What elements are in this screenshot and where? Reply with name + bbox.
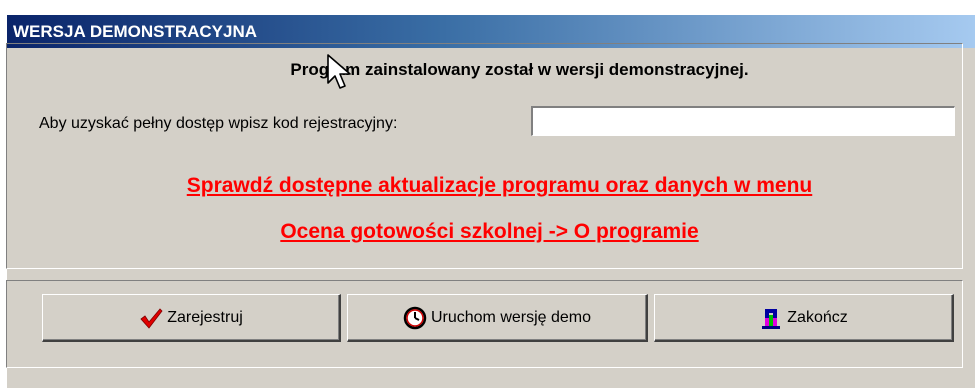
run-demo-button[interactable]: Uruchom wersję demo	[347, 294, 648, 342]
registration-code-input[interactable]	[531, 106, 955, 136]
register-button-label: Zarejestruj	[167, 308, 243, 326]
checkmark-icon	[140, 307, 163, 329]
window-title: WERSJA DEMONSTRACYJNA	[13, 22, 258, 41]
page-title: Program zainstalowany został w wersji de…	[290, 60, 749, 79]
exit-button-label: Zakończ	[787, 308, 848, 326]
clock-icon	[403, 306, 427, 329]
exit-door-icon	[762, 308, 781, 329]
register-button[interactable]: Zarejestruj	[42, 294, 341, 342]
updates-link[interactable]: Sprawdź dostępne aktualizacje programu o…	[0, 174, 969, 198]
registration-label: Aby uzyskać pełny dostęp wpisz kod rejes…	[39, 115, 398, 132]
exit-button[interactable]: Zakończ	[654, 294, 954, 342]
about-program-link[interactable]: Ocena gotowości szkolnej -> O programie	[0, 220, 969, 244]
run-demo-button-label: Uruchom wersję demo	[430, 308, 592, 326]
mouse-cursor-icon	[327, 54, 351, 89]
